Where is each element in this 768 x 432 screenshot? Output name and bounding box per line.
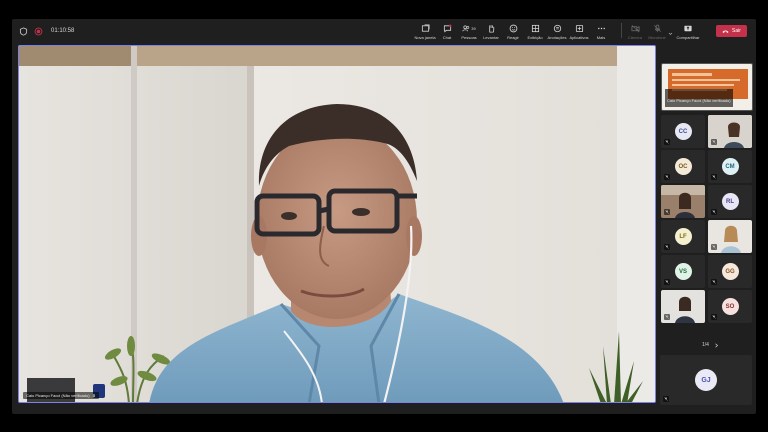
share-label: Compartilhar (676, 35, 700, 40)
meeting-app: 01:10:58 Nova janela Chat 39 Pessoas Lev… (0, 0, 768, 432)
participant-tile[interactable]: GG (708, 255, 752, 288)
new-window-label: Nova janela (414, 35, 436, 40)
shield-icon[interactable] (19, 26, 28, 36)
participant-tile[interactable]: OC (661, 150, 705, 183)
mic-button[interactable]: Microfone (646, 21, 668, 41)
avatar: RL (721, 193, 739, 210)
mic-off-icon (653, 24, 661, 32)
mic-muted-icon (711, 139, 717, 145)
meeting-toolbar: 01:10:58 Nova janela Chat 39 Pessoas Lev… (12, 19, 756, 43)
raise-hand-icon (488, 24, 494, 33)
participant-tile[interactable]: LF (661, 220, 705, 253)
raise-hand-label: Levantar (483, 35, 499, 40)
react-icon (509, 24, 517, 32)
participant-tile[interactable]: SO (708, 290, 752, 323)
chevron-down-icon (668, 32, 673, 35)
mic-muted-icon (664, 279, 670, 285)
apps-button[interactable]: Aplicativos (568, 21, 590, 41)
participant-tile-large[interactable]: GJ (660, 355, 752, 405)
notes-button[interactable]: Anotações (546, 21, 568, 41)
camera-off-icon (630, 24, 640, 32)
media-tools: Câmera Microfone Compartilhar (624, 21, 702, 41)
new-window-button[interactable]: Nova janela (414, 21, 436, 41)
meeting-tools: Nova janela Chat 39 Pessoas Levantar Rea… (414, 21, 612, 41)
shared-content-label: Caio Picanço Facci (Não verificado) (667, 98, 731, 103)
pin-icon (92, 393, 95, 398)
more-icon (597, 27, 605, 29)
notes-label: Anotações (547, 35, 567, 40)
hang-up-icon (722, 30, 729, 33)
avatar: GG (721, 263, 739, 280)
meeting-timer: 01:10:58 (51, 28, 75, 34)
participant-tile[interactable]: CC (661, 115, 705, 148)
people-icon (462, 25, 470, 31)
chat-label: Chat (442, 35, 452, 40)
view-icon (531, 24, 539, 32)
leave-label: Sair (732, 28, 741, 34)
speaker-video-frame (19, 46, 655, 402)
camera-label: Câmera (627, 35, 643, 40)
recording-icon (34, 27, 43, 35)
participant-tile-video[interactable] (708, 115, 752, 148)
more-button[interactable]: Mais (590, 21, 612, 41)
participant-tile-video[interactable] (661, 290, 705, 323)
mic-muted-icon (711, 209, 717, 215)
new-window-icon (421, 23, 430, 32)
shared-content-thumbnail[interactable]: Caio Picanço Facci (Não verificado) (661, 63, 753, 111)
avatar: GJ (695, 369, 717, 391)
react-button[interactable]: Reagir (502, 21, 524, 41)
react-label: Reagir (507, 35, 519, 40)
participant-tile[interactable]: RL (708, 185, 752, 218)
mic-muted-icon (711, 244, 717, 250)
avatar: CC (674, 123, 692, 140)
notes-icon (553, 24, 561, 32)
share-icon (684, 25, 692, 31)
mic-label: Microfone (648, 35, 666, 40)
mic-muted-icon (663, 396, 669, 402)
speaker-name-tag: Caio Picanço Facci (Não verificado) (23, 392, 99, 399)
shared-content-caption: Caio Picanço Facci (Não verificado) (665, 89, 733, 107)
view-label: Exibição (527, 35, 543, 40)
chevron-right-icon[interactable] (714, 342, 719, 348)
avatar: LF (674, 228, 692, 245)
participant-tile[interactable]: VS (661, 255, 705, 288)
chat-icon (443, 24, 451, 32)
main-speaker-video[interactable]: Caio Picanço Facci (Não verificado) (18, 45, 656, 403)
raise-hand-button[interactable]: Levantar (480, 21, 502, 41)
more-label: Mais (596, 35, 606, 40)
mic-muted-icon (711, 279, 717, 285)
view-button[interactable]: Exibição (524, 21, 546, 41)
participant-tile-video[interactable] (661, 185, 705, 218)
people-count-badge: 39 (471, 25, 476, 31)
mic-muted-icon (711, 174, 717, 180)
people-label: Pessoas (461, 35, 477, 40)
mic-muted-icon (711, 314, 717, 320)
page-indicator: 1/4 (702, 342, 709, 348)
mic-muted-icon (664, 139, 670, 145)
mic-muted-icon (664, 209, 670, 215)
gallery-pager: 1/4 (702, 342, 719, 348)
people-button[interactable]: 39 Pessoas (458, 21, 480, 41)
avatar: SO (721, 298, 739, 315)
participant-tile[interactable]: CM (708, 150, 752, 183)
share-button[interactable]: Compartilhar (674, 21, 702, 41)
chat-button[interactable]: Chat (436, 21, 458, 41)
avatar: CM (721, 158, 739, 175)
leave-button[interactable]: Sair (716, 25, 747, 37)
speaker-name: Caio Picanço Facci (Não verificado) (26, 393, 90, 398)
mic-muted-icon (664, 174, 670, 180)
mic-muted-icon (664, 314, 670, 320)
apps-label: Aplicativos (569, 35, 589, 40)
meeting-window: 01:10:58 Nova janela Chat 39 Pessoas Lev… (12, 19, 756, 414)
avatar: OC (674, 158, 692, 175)
mic-muted-icon (664, 244, 670, 250)
camera-button[interactable]: Câmera (624, 21, 646, 41)
apps-icon (575, 24, 583, 32)
participant-tile-video[interactable] (708, 220, 752, 253)
avatar: VS (674, 263, 692, 280)
toolbar-divider (621, 23, 622, 38)
